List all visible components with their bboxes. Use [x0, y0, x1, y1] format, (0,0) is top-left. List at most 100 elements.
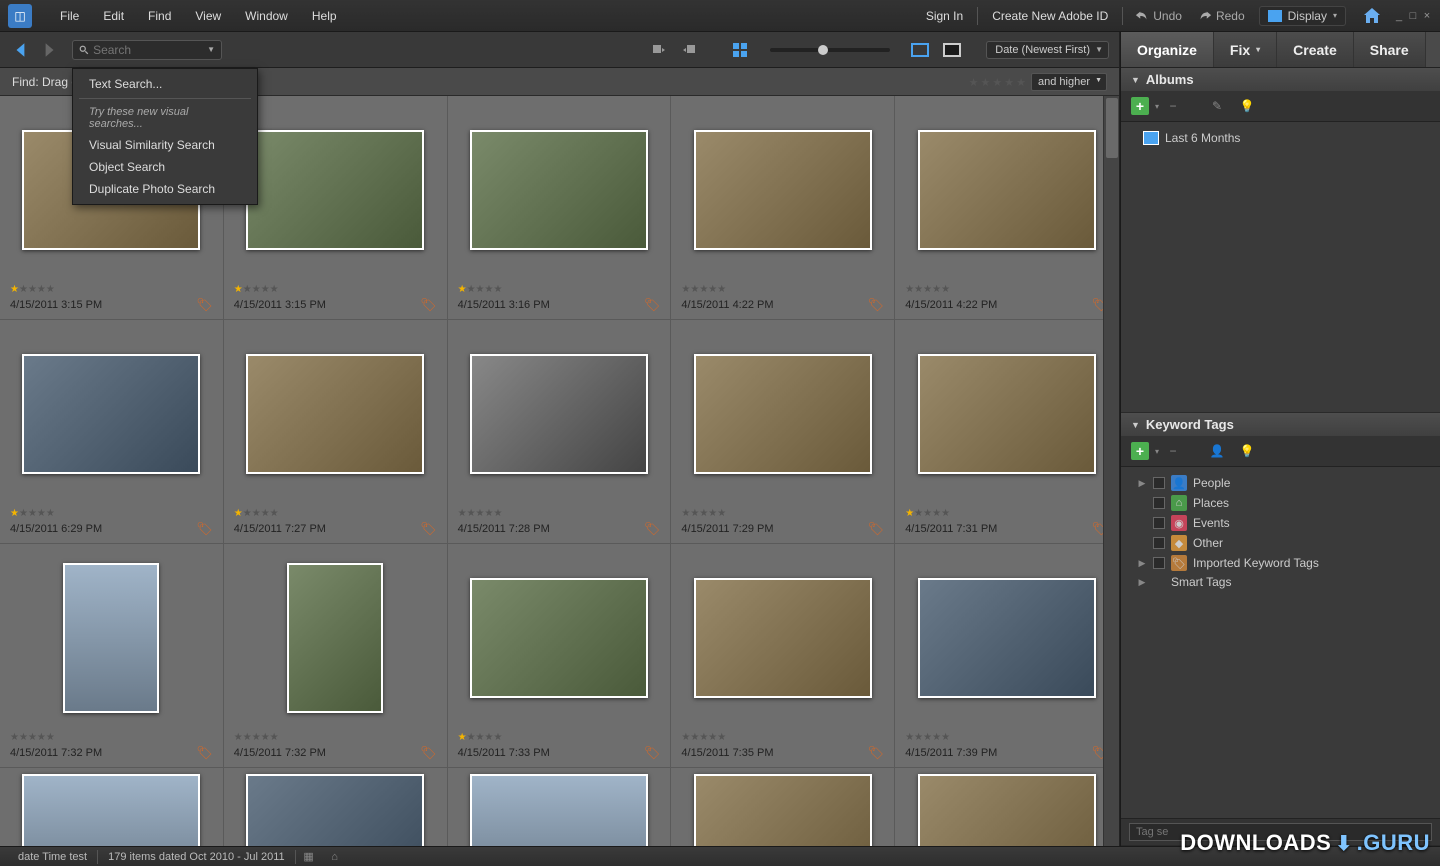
thumbnail-image[interactable]	[918, 130, 1096, 250]
thumbnail-cell[interactable]: ★★★★★4/15/2011 3:16 PM🏷	[448, 96, 672, 320]
thumbnail-image[interactable]	[246, 354, 424, 474]
thumbnail-size-slider[interactable]	[770, 48, 890, 52]
search-input[interactable]	[93, 43, 207, 57]
rotate-ccw-button[interactable]	[646, 39, 670, 61]
thumbnail-cell[interactable]: ★★★★★4/15/2011 7:39 PM🏷	[895, 544, 1119, 768]
tag-tip-icon[interactable]: 💡	[1235, 440, 1259, 462]
rating-stars[interactable]: ★★★★★	[905, 281, 1108, 295]
thumbnail-cell[interactable]: ★★★★★4/15/2011 7:31 PM🏷	[895, 320, 1119, 544]
single-view-button[interactable]	[908, 39, 932, 61]
rating-stars[interactable]: ★★★★★	[234, 729, 437, 743]
remove-tag-button[interactable]: −	[1165, 443, 1181, 459]
thumbnail-cell[interactable]: ★★★★★4/15/2011 7:28 PM🏷	[448, 320, 672, 544]
maximize-button[interactable]: □	[1408, 11, 1418, 21]
thumbnail-cell[interactable]: ★★★★★4/15/2011 4:22 PM🏷	[895, 96, 1119, 320]
rating-stars[interactable]: ★★★★★	[681, 729, 884, 743]
tag-smart[interactable]: ▶Smart Tags	[1131, 573, 1430, 591]
add-album-button[interactable]: +	[1131, 97, 1149, 115]
thumbnail-cell[interactable]	[895, 768, 1119, 846]
status-icon-2[interactable]: ⌂	[328, 850, 342, 864]
sort-select[interactable]: Date (Newest First)	[986, 41, 1109, 59]
fullscreen-view-button[interactable]	[940, 39, 964, 61]
rating-stars[interactable]: ★★★★★	[458, 505, 661, 519]
rating-stars[interactable]: ★★★★★	[458, 281, 661, 295]
rating-stars[interactable]: ★★★★★	[10, 729, 213, 743]
rating-condition-select[interactable]: and higher	[1031, 73, 1107, 91]
nav-forward-button[interactable]	[38, 39, 60, 61]
thumbnail-image[interactable]	[694, 130, 872, 250]
thumbnail-cell[interactable]: ★★★★★4/15/2011 7:32 PM🏷	[0, 544, 224, 768]
add-tag-button[interactable]: +	[1131, 442, 1149, 460]
rating-stars[interactable]: ★★★★★	[681, 505, 884, 519]
tag-people[interactable]: ▶👤People	[1131, 473, 1430, 493]
thumbnail-cell[interactable]: ★★★★★4/15/2011 7:32 PM🏷	[224, 544, 448, 768]
visual-similarity-item[interactable]: Visual Similarity Search	[73, 134, 257, 156]
menu-edit[interactable]: Edit	[91, 3, 136, 29]
rating-filter[interactable]: ★★★★★	[968, 75, 1027, 89]
text-search-item[interactable]: Text Search...	[73, 73, 257, 95]
thumbnail-cell[interactable]	[671, 768, 895, 846]
thumbnail-image[interactable]	[22, 774, 200, 846]
edit-album-icon[interactable]: ✎	[1205, 95, 1229, 117]
tag-imported[interactable]: ▶🏷Imported Keyword Tags	[1131, 553, 1430, 573]
vertical-scrollbar[interactable]	[1103, 96, 1119, 846]
rating-stars[interactable]: ★★★★★	[10, 505, 213, 519]
thumbnail-image[interactable]	[246, 774, 424, 846]
minimize-button[interactable]: _	[1394, 11, 1404, 21]
thumbnail-image[interactable]	[694, 578, 872, 698]
rotate-cw-button[interactable]	[678, 39, 702, 61]
thumbnail-image[interactable]	[287, 563, 383, 713]
albums-header[interactable]: Albums	[1121, 68, 1440, 91]
menu-window[interactable]: Window	[233, 3, 300, 29]
thumbnail-cell[interactable]: ★★★★★4/15/2011 4:22 PM🏷	[671, 96, 895, 320]
tab-fix[interactable]: Fix▾	[1214, 32, 1277, 67]
thumbnail-image[interactable]	[470, 354, 648, 474]
rating-stars[interactable]: ★★★★★	[905, 505, 1108, 519]
thumbnail-image[interactable]	[470, 774, 648, 846]
thumbnail-cell[interactable]: ★★★★★4/15/2011 7:35 PM🏷	[671, 544, 895, 768]
menu-file[interactable]: File	[48, 3, 91, 29]
menu-help[interactable]: Help	[300, 3, 349, 29]
tag-events[interactable]: ◉Events	[1131, 513, 1430, 533]
sign-in-link[interactable]: Sign In	[916, 3, 973, 29]
thumbnail-cell[interactable]	[448, 768, 672, 846]
album-last6months[interactable]: Last 6 Months	[1131, 128, 1430, 148]
menu-view[interactable]: View	[183, 3, 233, 29]
thumbnail-image[interactable]	[22, 354, 200, 474]
tag-other[interactable]: ◆Other	[1131, 533, 1430, 553]
rating-stars[interactable]: ★★★★★	[681, 281, 884, 295]
search-field[interactable]: ▼	[72, 40, 222, 60]
grid-view-button[interactable]	[728, 39, 752, 61]
thumbnail-image[interactable]	[63, 563, 159, 713]
rating-stars[interactable]: ★★★★★	[10, 281, 213, 295]
tab-share[interactable]: Share	[1354, 32, 1426, 67]
thumbnail-cell[interactable]	[0, 768, 224, 846]
thumbnail-image[interactable]	[918, 578, 1096, 698]
rating-stars[interactable]: ★★★★★	[234, 505, 437, 519]
thumbnail-cell[interactable]: ★★★★★4/15/2011 7:27 PM🏷	[224, 320, 448, 544]
create-id-link[interactable]: Create New Adobe ID	[982, 3, 1118, 29]
thumbnail-image[interactable]	[694, 354, 872, 474]
remove-album-button[interactable]: −	[1165, 98, 1181, 114]
album-tip-icon[interactable]: 💡	[1235, 95, 1259, 117]
tab-create[interactable]: Create	[1277, 32, 1354, 67]
people-recognition-icon[interactable]: 👤	[1205, 440, 1229, 462]
thumbnail-image[interactable]	[246, 130, 424, 250]
thumbnail-cell[interactable]	[224, 768, 448, 846]
menu-find[interactable]: Find	[136, 3, 183, 29]
tag-places[interactable]: ⌂Places	[1131, 493, 1430, 513]
thumbnail-image[interactable]	[694, 774, 872, 846]
thumbnail-image[interactable]	[918, 774, 1096, 846]
redo-button[interactable]: Redo	[1190, 5, 1253, 27]
rating-stars[interactable]: ★★★★★	[234, 281, 437, 295]
thumbnail-image[interactable]	[470, 578, 648, 698]
tab-organize[interactable]: Organize	[1121, 32, 1214, 67]
status-icon-1[interactable]: ▦	[302, 850, 316, 864]
object-search-item[interactable]: Object Search	[73, 156, 257, 178]
nav-back-button[interactable]	[10, 39, 32, 61]
thumbnail-cell[interactable]: ★★★★★4/15/2011 6:29 PM🏷	[0, 320, 224, 544]
tag-search-input[interactable]	[1129, 823, 1432, 841]
thumbnail-cell[interactable]: ★★★★★4/15/2011 7:29 PM🏷	[671, 320, 895, 544]
home-button[interactable]	[1360, 4, 1384, 28]
keyword-tags-header[interactable]: Keyword Tags	[1121, 413, 1440, 436]
